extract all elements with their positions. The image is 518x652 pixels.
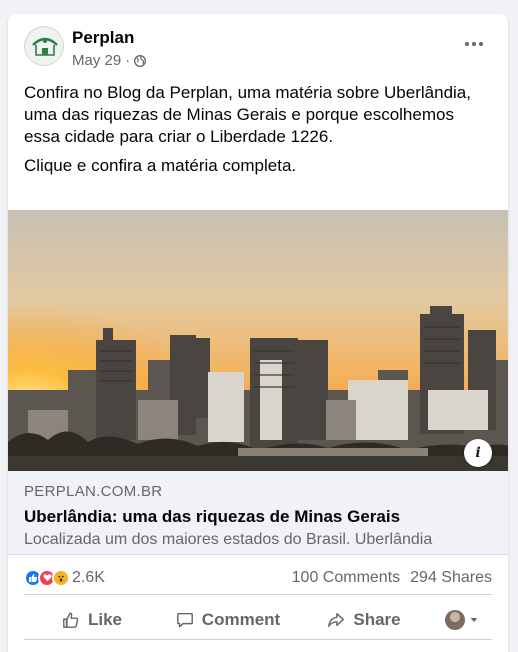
post-card: Perplan May 29 · Confira no Blog da Perp… [8, 14, 508, 652]
info-icon[interactable]: i [464, 439, 492, 467]
like-button[interactable]: Like [24, 602, 160, 638]
chevron-down-icon [470, 617, 478, 622]
post-text: Confira no Blog da Perplan, uma matéria … [24, 82, 492, 184]
share-icon [328, 612, 345, 627]
post-paragraph: Confira no Blog da Perplan, uma matéria … [24, 83, 471, 146]
avatar [445, 609, 465, 630]
link-preview[interactable]: PERPLAN.COM.BR Uberlândia: uma das rique… [8, 471, 508, 555]
link-domain: PERPLAN.COM.BR [24, 483, 163, 500]
more-options-icon[interactable] [456, 32, 492, 56]
comment-icon [176, 612, 193, 627]
thumbs-up-icon [63, 612, 79, 628]
post-paragraph: Clique e confira a matéria completa. [24, 156, 297, 175]
post-date[interactable]: May 29 [72, 52, 121, 69]
comment-label: Comment [201, 609, 281, 629]
post-header: Perplan May 29 · [8, 14, 508, 80]
post-meta: May 29 · [72, 52, 147, 69]
globe-icon[interactable] [134, 54, 147, 67]
page-avatar[interactable] [24, 26, 64, 66]
comments-count[interactable]: 100 Comments [292, 569, 401, 587]
share-button[interactable]: Share [296, 602, 432, 638]
reaction-profile-selector[interactable] [432, 609, 492, 630]
link-image[interactable]: i [8, 210, 508, 471]
like-label: Like [87, 609, 123, 629]
post-stats: 2.6K 100 Comments 294 Shares [24, 561, 492, 595]
shares-count[interactable]: 294 Shares [410, 569, 492, 587]
wow-reaction-icon [52, 568, 70, 587]
page-name[interactable]: Perplan [72, 28, 134, 48]
reactions-summary[interactable]: 2.6K [24, 568, 105, 587]
reaction-count: 2.6K [72, 568, 105, 586]
link-description: Localizada um dos maiores estados do Bra… [24, 531, 433, 548]
meta-separator: · [125, 52, 131, 69]
post-actions: Like Comment Share [24, 600, 492, 640]
link-title[interactable]: Uberlândia: uma das riquezas de Minas Ge… [24, 506, 492, 528]
comment-button[interactable]: Comment [160, 602, 296, 638]
share-label: Share [353, 609, 401, 629]
